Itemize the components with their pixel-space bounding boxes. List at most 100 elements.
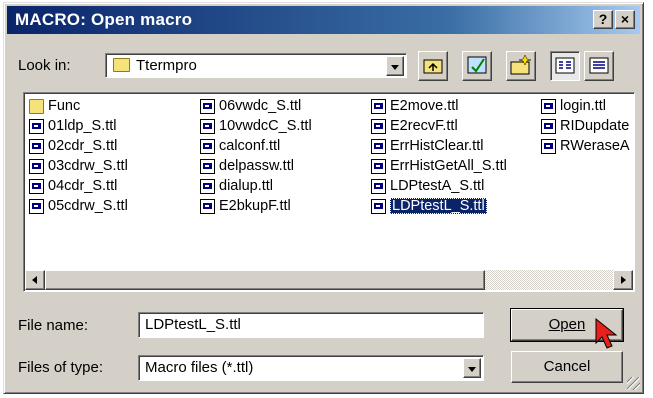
macro-file-icon bbox=[371, 158, 386, 174]
file-item-label: E2recvF.ttl bbox=[390, 118, 458, 134]
file-item[interactable]: 10vwdcC_S.ttl bbox=[200, 116, 312, 136]
file-item[interactable]: LDPtestL_S.ttl bbox=[371, 196, 487, 216]
file-item[interactable]: LDPtestA_S.ttl bbox=[371, 176, 484, 196]
macro-file-icon bbox=[29, 178, 44, 194]
scroll-left-icon bbox=[32, 276, 37, 284]
macro-file-icon bbox=[200, 198, 215, 214]
file-item[interactable]: E2move.ttl bbox=[371, 96, 459, 116]
file-item-label: Func bbox=[48, 98, 81, 114]
file-item-label: ErrHistGetAll_S.ttl bbox=[390, 158, 507, 174]
look-in-dropdown-button[interactable] bbox=[386, 56, 404, 76]
scroll-thumb[interactable] bbox=[45, 270, 485, 290]
look-in-combo[interactable]: Ttermpro bbox=[105, 53, 407, 78]
file-item-label: 06vwdc_S.ttl bbox=[219, 98, 302, 114]
window-title: MACRO: Open macro bbox=[15, 10, 193, 29]
new-folder-icon bbox=[510, 54, 532, 75]
file-item-label: RIDupdate bbox=[560, 118, 630, 134]
up-one-level-button[interactable] bbox=[418, 51, 448, 81]
file-item[interactable]: ErrHistGetAll_S.ttl bbox=[371, 156, 507, 176]
files-of-type-label: Files of type: bbox=[18, 359, 104, 376]
file-name-label: File name: bbox=[18, 317, 89, 334]
macro-file-icon bbox=[371, 98, 386, 114]
file-item[interactable]: calconf.ttl bbox=[200, 136, 280, 156]
macro-file-icon bbox=[200, 158, 215, 174]
open-folder-icon bbox=[113, 58, 130, 72]
macro-file-icon bbox=[541, 98, 556, 114]
file-item-label: dialup.ttl bbox=[219, 178, 274, 194]
file-item[interactable]: ErrHistClear.ttl bbox=[371, 136, 483, 156]
scroll-right-icon bbox=[621, 276, 626, 284]
resize-grip[interactable] bbox=[627, 377, 640, 390]
file-item[interactable]: RWeraseA bbox=[541, 136, 630, 156]
file-item-label: RWeraseA bbox=[560, 138, 630, 154]
open-button-label: Open bbox=[548, 316, 586, 333]
file-item[interactable]: 03cdrw_S.ttl bbox=[29, 156, 128, 176]
file-item[interactable]: E2recvF.ttl bbox=[371, 116, 458, 136]
file-item-label: calconf.ttl bbox=[219, 138, 281, 154]
title-bar[interactable]: MACRO: Open macro ? × bbox=[7, 6, 640, 34]
cancel-button[interactable]: Cancel bbox=[511, 351, 623, 383]
file-item-label: login.ttl bbox=[560, 98, 606, 114]
macro-file-icon bbox=[371, 198, 386, 214]
folder-icon bbox=[29, 98, 44, 114]
file-item[interactable]: 02cdr_S.ttl bbox=[29, 136, 117, 156]
horizontal-scrollbar[interactable] bbox=[25, 270, 633, 290]
macro-file-icon bbox=[200, 118, 215, 134]
file-item[interactable]: dialup.ttl bbox=[200, 176, 273, 196]
file-item-label: LDPtestL_S.ttl bbox=[390, 198, 487, 214]
file-item[interactable]: 05cdrw_S.ttl bbox=[29, 196, 128, 216]
desktop-icon bbox=[467, 56, 487, 74]
macro-file-icon bbox=[371, 178, 386, 194]
scroll-right-button[interactable] bbox=[613, 270, 633, 290]
mouse-pointer-icon bbox=[595, 317, 618, 349]
file-item-label: 01ldp_S.ttl bbox=[48, 118, 117, 134]
macro-file-icon bbox=[200, 178, 215, 194]
files-of-type-combo[interactable]: Macro files (*.ttl) bbox=[138, 355, 484, 381]
file-item-label: 02cdr_S.ttl bbox=[48, 138, 118, 154]
look-in-value: Ttermpro bbox=[136, 57, 197, 74]
files-of-type-value: Macro files (*.ttl) bbox=[145, 359, 254, 376]
file-item[interactable]: login.ttl bbox=[541, 96, 606, 116]
open-macro-dialog: MACRO: Open macro ? × Look in: Ttermpro bbox=[3, 2, 644, 394]
file-item-label: E2bkupF.ttl bbox=[219, 198, 291, 214]
file-item-label: LDPtestA_S.ttl bbox=[390, 178, 485, 194]
help-button[interactable]: ? bbox=[593, 10, 613, 29]
macro-file-icon bbox=[200, 138, 215, 154]
file-item[interactable]: 06vwdc_S.ttl bbox=[200, 96, 301, 116]
file-item[interactable]: 04cdr_S.ttl bbox=[29, 176, 117, 196]
file-name-input[interactable]: LDPtestL_S.ttl bbox=[138, 312, 484, 338]
files-of-type-dropdown-button[interactable] bbox=[463, 358, 481, 378]
file-item[interactable]: delpassw.ttl bbox=[200, 156, 294, 176]
up-one-level-icon bbox=[423, 59, 443, 74]
desktop-button[interactable] bbox=[462, 51, 492, 81]
file-item-label: 10vwdcC_S.ttl bbox=[219, 118, 312, 134]
file-list[interactable]: Func 01ldp_S.ttl 02cdr_S.ttl 03cdrw_S.ttl 04… bbox=[23, 92, 635, 292]
macro-file-icon bbox=[541, 138, 556, 154]
file-item-label: 04cdr_S.ttl bbox=[48, 178, 118, 194]
macro-file-icon bbox=[371, 138, 386, 154]
file-item-label: E2move.ttl bbox=[390, 98, 459, 114]
scroll-left-button[interactable] bbox=[25, 270, 45, 290]
macro-file-icon bbox=[29, 118, 44, 134]
macro-file-icon bbox=[29, 198, 44, 214]
macro-file-icon bbox=[200, 98, 215, 114]
file-item[interactable]: E2bkupF.ttl bbox=[200, 196, 291, 216]
list-view-icon bbox=[555, 57, 575, 74]
macro-file-icon bbox=[541, 118, 556, 134]
file-item-label: 03cdrw_S.ttl bbox=[48, 158, 128, 174]
file-item[interactable]: 01ldp_S.ttl bbox=[29, 116, 117, 136]
list-view-button[interactable] bbox=[550, 51, 580, 81]
folder-item[interactable]: Func bbox=[29, 96, 80, 116]
file-item-label: 05cdrw_S.ttl bbox=[48, 198, 128, 214]
macro-file-icon bbox=[29, 158, 44, 174]
new-folder-button[interactable] bbox=[506, 51, 536, 81]
close-button[interactable]: × bbox=[615, 10, 635, 29]
file-item-label: delpassw.ttl bbox=[219, 158, 294, 174]
details-view-icon bbox=[589, 57, 609, 74]
file-name-value: LDPtestL_S.ttl bbox=[145, 316, 241, 333]
look-in-label: Look in: bbox=[18, 57, 71, 74]
macro-file-icon bbox=[29, 138, 44, 154]
details-view-button[interactable] bbox=[584, 51, 614, 81]
file-item-label: ErrHistClear.ttl bbox=[390, 138, 484, 154]
file-item[interactable]: RIDupdate bbox=[541, 116, 629, 136]
